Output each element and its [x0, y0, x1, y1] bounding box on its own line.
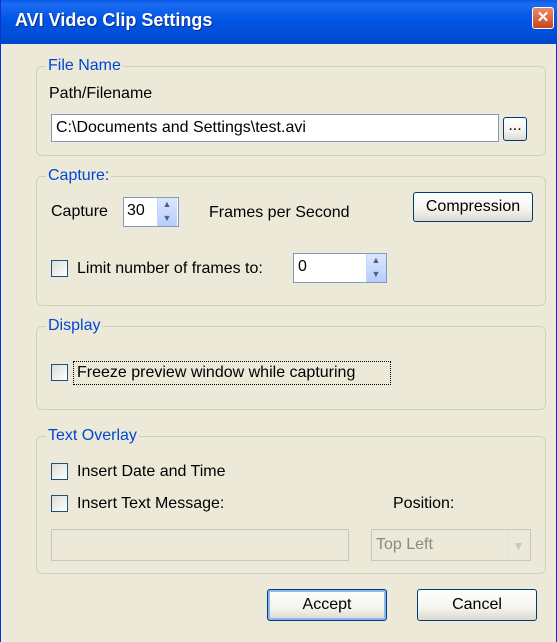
chevron-down-icon[interactable]: ▼ — [507, 531, 529, 560]
display-legend: Display — [46, 316, 103, 336]
position-label: Position: — [393, 495, 455, 512]
browse-button[interactable]: ... — [503, 117, 527, 141]
insert-date-time-label[interactable]: Insert Date and Time — [77, 462, 226, 482]
fps-value: 30 — [127, 202, 145, 219]
fps-label: Frames per Second — [209, 204, 350, 221]
capture-legend: Capture: — [46, 166, 112, 186]
text-message-input[interactable] — [51, 529, 349, 561]
insert-date-time-checkbox[interactable] — [51, 463, 68, 480]
spin-up-icon[interactable]: ▲ — [158, 198, 176, 212]
limit-frames-label[interactable]: Limit number of frames to: — [77, 259, 263, 279]
spin-down-icon[interactable]: ▼ — [367, 268, 385, 282]
compression-button[interactable]: Compression — [413, 192, 533, 222]
capture-label: Capture — [51, 203, 108, 220]
compression-label: Compression — [425, 198, 521, 215]
insert-text-message-checkbox[interactable] — [51, 495, 68, 512]
limit-frames-checkbox[interactable] — [51, 260, 68, 277]
limit-frames-value: 0 — [298, 258, 307, 275]
dialog-window: AVI Video Clip Settings ✕ File Name Path… — [0, 0, 557, 642]
limit-frames-spinner-buttons[interactable]: ▲ ▼ — [366, 254, 386, 282]
text-overlay-legend: Text Overlay — [46, 426, 139, 446]
freeze-preview-checkbox[interactable] — [51, 364, 68, 381]
path-filename-label: Path/Filename — [49, 85, 153, 102]
position-select-value: Top Left — [376, 536, 433, 553]
freeze-preview-label[interactable]: Freeze preview window while capturing — [77, 363, 355, 383]
cancel-button[interactable]: Cancel — [417, 589, 537, 621]
file-name-group: File Name — [36, 56, 546, 156]
accept-button[interactable]: Accept — [267, 589, 387, 621]
position-select[interactable]: Top Left ▼ — [371, 529, 531, 561]
dialog-body: File Name Path/Filename C:\Documents and… — [1, 44, 556, 642]
browse-label: ... — [508, 117, 522, 134]
close-icon: ✕ — [536, 9, 550, 26]
window-title: AVI Video Clip Settings — [15, 10, 213, 30]
path-filename-input[interactable]: C:\Documents and Settings\test.avi — [51, 114, 499, 142]
file-name-legend: File Name — [46, 56, 123, 76]
spin-down-icon[interactable]: ▼ — [158, 212, 176, 226]
close-button[interactable]: ✕ — [532, 7, 554, 29]
accept-label: Accept — [302, 596, 352, 613]
insert-text-message-label[interactable]: Insert Text Message: — [77, 494, 224, 514]
spin-up-icon[interactable]: ▲ — [367, 254, 385, 268]
fps-spinner-buttons[interactable]: ▲ ▼ — [157, 198, 177, 226]
title-bar[interactable]: AVI Video Clip Settings ✕ — [1, 0, 557, 44]
cancel-label: Cancel — [452, 596, 502, 613]
